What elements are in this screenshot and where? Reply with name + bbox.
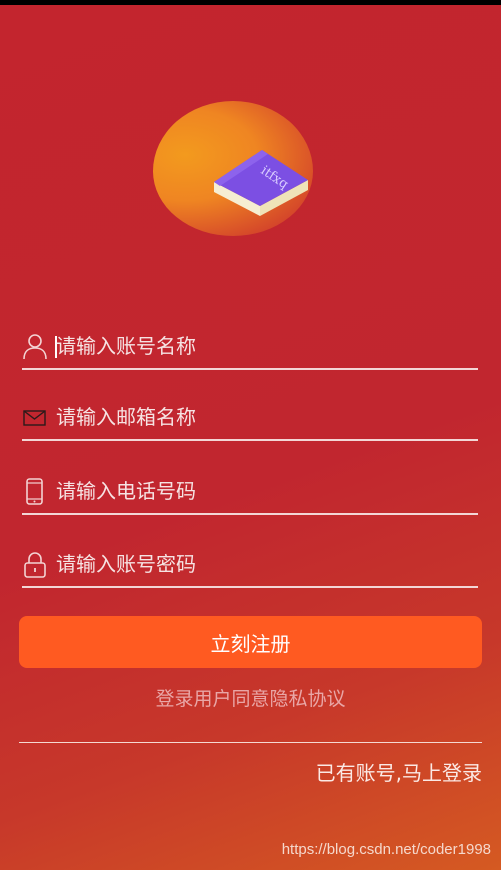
mail-icon	[23, 410, 46, 426]
privacy-agreement-link[interactable]: 登录用户同意隐私协议	[0, 684, 501, 711]
account-field	[22, 328, 478, 370]
account-input[interactable]	[56, 328, 466, 364]
email-field	[22, 399, 478, 441]
lock-icon	[24, 552, 46, 578]
register-button[interactable]: 立刻注册	[19, 616, 482, 668]
email-input[interactable]	[56, 399, 466, 435]
user-icon	[23, 334, 47, 360]
watermark: https://blog.csdn.net/coder1998	[281, 841, 491, 858]
phone-field	[22, 473, 478, 515]
divider	[19, 742, 482, 743]
book-icon: itfxq	[214, 150, 308, 216]
status-bar	[0, 0, 501, 5]
app-logo: itfxq	[150, 98, 320, 243]
password-field	[22, 546, 478, 588]
password-input[interactable]	[56, 546, 466, 582]
phone-input[interactable]	[56, 473, 466, 509]
phone-icon	[26, 478, 43, 505]
login-link[interactable]: 已有账号,马上登录	[316, 757, 482, 786]
